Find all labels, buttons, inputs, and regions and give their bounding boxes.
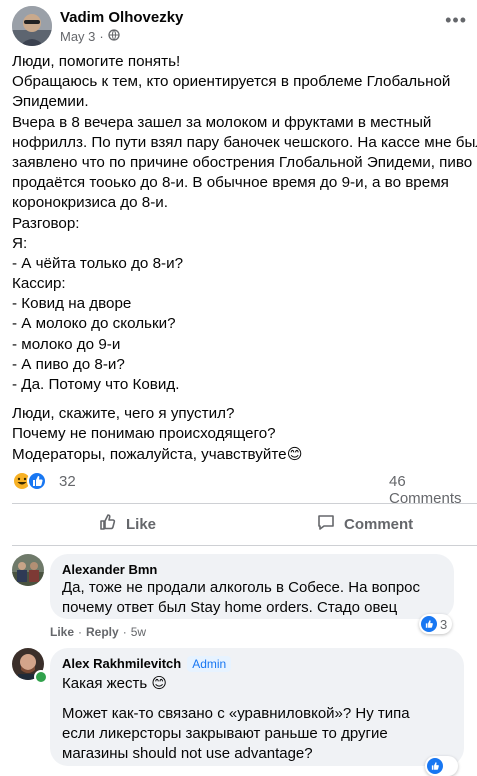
post-line: - А молоко до скольки? [12,315,176,333]
author-avatar[interactable] [12,6,52,46]
commenter-name-text: Alex Rakhmilevitch [62,656,182,671]
commenter-name-text: Alexander Bmn [62,562,158,577]
comment-reply-link[interactable]: Reply [86,625,119,639]
online-status-indicator [34,670,48,684]
comment-reactions[interactable]: 3 [419,614,453,634]
globe-icon [108,29,120,44]
divider [12,503,477,504]
reaction-icons[interactable] [12,471,52,491]
comment-bubble: Alexander Bmn Да, тоже не продали алкого… [50,554,454,619]
comment-line: Да, тоже не продали алкоголь в Собесе. Н… [62,579,421,596]
comment-line: почему ответ был Stay home orders. Стадо… [62,599,398,616]
reaction-count[interactable]: 32 [59,473,76,490]
comment-bubble-icon [316,512,336,536]
commenter-avatar[interactable] [12,554,44,586]
post-line: - Да. Потому что Ковид. [12,376,180,393]
admin-badge: Admin [187,655,232,672]
actions-dot: · [122,625,127,639]
comment-label: Comment [344,515,414,533]
actions-dot: · [78,625,83,639]
comment-line: Какая жесть 😊 [62,675,167,692]
comment-actions: Like · Reply · 5w [50,625,146,639]
post-line: Почему не понимаю происходящего? [12,425,276,443]
post-line: - молоко до 9-и [12,335,121,353]
post-line: коронокризиса до 8-и. [12,194,169,212]
post-line: - Ковид на дворе [12,295,132,313]
post-line: Разговор: [12,214,80,232]
post-line: нофриллз. По пути взял пару баночек чешс… [12,133,477,151]
comment-line: если ликерсторы закрывают раньше то друг… [62,725,388,742]
post-date[interactable]: May 3 [60,29,95,44]
reactions-summary: 32 46 Comments [12,470,477,507]
like-button[interactable]: Like [98,506,156,542]
like-reaction-icon [421,616,437,632]
comment-like-link[interactable]: Like [50,625,74,639]
post-line: Кассир: [12,275,66,293]
post-line: Люди, помогите понять! [12,53,181,70]
comment-time[interactable]: 5w [131,625,146,639]
comment-count[interactable]: 46 Comments [389,473,477,507]
author-name[interactable]: Vadim Olhovezky [60,9,183,26]
post-line: Эпидемии. [12,93,89,111]
commenter-name[interactable]: Alex Rakhmilevitch Admin [62,655,452,672]
post-text: Люди, помогите понять! Обращаюсь к тем, … [12,52,477,465]
comment-line: магазины should not use advantage? [62,745,313,762]
like-reaction-icon [27,471,47,491]
divider [12,545,477,546]
commenter-name[interactable]: Alexander Bmn [62,561,442,578]
post-line: Вчера в 8 вечера зашел за молоком и фрук… [12,113,432,131]
post-line: - А пиво до 8-и? [12,355,125,373]
like-reaction-icon [427,758,443,774]
thumbs-up-icon [98,512,118,536]
post-line: продаётся тооько до 8-и. В обычное время… [12,174,449,192]
post-line: Обращаюсь к тем, кто ориентируется в про… [12,73,451,91]
post-header: Vadim Olhovezky May 3 · ••• [12,6,477,50]
post-line: Я: [12,234,28,252]
post-meta: May 3 · [60,29,120,44]
comment-reactions[interactable] [425,756,458,776]
post-line: заявлено что по причине обострения Глоба… [12,153,473,171]
comment-reaction-count: 3 [440,616,448,632]
post-line: - А чёйта только до 8-и? [12,254,184,272]
more-dots-icon[interactable]: ••• [445,10,467,31]
comment-bubble: Alex Rakhmilevitch Admin Какая жесть 😊 М… [50,648,464,766]
comment-line: Может как-то связано с «уравниловкой»? Н… [62,705,410,722]
post-line: Модераторы, пожалуйста, учавствуйте😊 [12,445,303,463]
like-label: Like [126,515,157,533]
post-line: Люди, скажите, чего я упустил? [12,405,235,423]
comment-button[interactable]: Comment [316,506,413,542]
meta-separator: · [99,29,104,44]
post-actions: Like Comment [0,506,477,542]
